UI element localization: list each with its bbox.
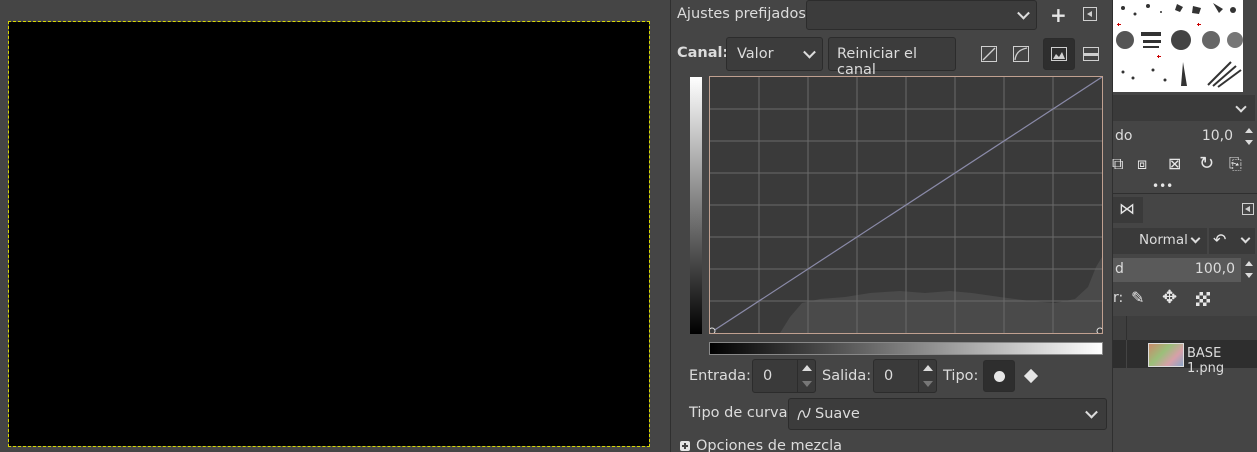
opacity-spin-arrows[interactable] bbox=[1243, 258, 1255, 282]
layer-mode-combo[interactable]: Normal bbox=[1113, 228, 1207, 254]
spin-arrows[interactable] bbox=[797, 360, 815, 392]
presets-label: Ajustes prefijados: bbox=[677, 6, 811, 22]
input-gradient-bar bbox=[709, 342, 1103, 355]
chevron-down-icon bbox=[1240, 233, 1251, 244]
open-as-image-icon[interactable]: ⎘ bbox=[1229, 156, 1242, 172]
input-spinbutton[interactable]: 0 bbox=[752, 359, 816, 393]
channel-combo[interactable]: Valor bbox=[726, 37, 823, 71]
curve-point-end[interactable] bbox=[1096, 327, 1102, 333]
smooth-curve-icon bbox=[797, 407, 811, 421]
lock-alpha-icon[interactable] bbox=[1196, 292, 1210, 306]
linear-histogram-icon[interactable] bbox=[981, 46, 997, 62]
log-histogram-icon[interactable] bbox=[1013, 46, 1029, 62]
output-label: Salida: bbox=[822, 368, 872, 384]
paths-tab[interactable]: ⋈ bbox=[1113, 197, 1143, 223]
chevron-down-icon bbox=[803, 45, 816, 59]
copy-brush-icon[interactable]: ⧈ bbox=[1137, 156, 1147, 172]
size-spin-arrows[interactable] bbox=[1243, 125, 1255, 149]
chevron-down-icon bbox=[1085, 405, 1098, 419]
delete-brush-icon[interactable]: ⊠ bbox=[1168, 156, 1181, 172]
lock-pixels-icon[interactable]: ✎ bbox=[1131, 290, 1144, 306]
expand-icon[interactable] bbox=[680, 441, 690, 451]
layer-name[interactable]: BASE 1.png bbox=[1187, 346, 1257, 376]
preview-icon[interactable] bbox=[1083, 47, 1099, 61]
layer-composite-combo[interactable]: ↶ bbox=[1209, 228, 1255, 254]
menu-icon[interactable] bbox=[1242, 203, 1254, 215]
duplicate-brush-icon[interactable]: ⧉ bbox=[1112, 156, 1123, 172]
brushes-grid[interactable] bbox=[1113, 0, 1243, 92]
spin-arrows[interactable] bbox=[918, 360, 936, 392]
reset-channel-button[interactable]: Reiniciar el canal bbox=[828, 37, 956, 78]
image-canvas-area[interactable] bbox=[0, 0, 670, 452]
chevron-down-icon bbox=[1235, 101, 1247, 113]
paths-icon: ⋈ bbox=[1119, 199, 1135, 218]
refresh-icon[interactable]: ↻ bbox=[1199, 155, 1214, 173]
presets-combo[interactable] bbox=[806, 0, 1037, 30]
blend-options-label[interactable]: Opciones de mezcla bbox=[696, 438, 842, 452]
type-label: Tipo: bbox=[943, 368, 979, 384]
composite-mode-icon: ↶ bbox=[1213, 230, 1227, 249]
curve-svg bbox=[710, 77, 1102, 333]
histogram-icon bbox=[1051, 47, 1067, 61]
lock-label: r: bbox=[1113, 290, 1124, 306]
output-spinbutton[interactable]: 0 bbox=[873, 359, 937, 393]
curve-type-combo[interactable]: Suave bbox=[788, 398, 1107, 430]
output-gradient-bar bbox=[690, 77, 702, 334]
gimp-window: Ajustes prefijados: + Canal: Valor Reini… bbox=[0, 0, 1257, 452]
layer-thumbnail bbox=[1148, 343, 1184, 367]
menu-icon[interactable] bbox=[1083, 7, 1097, 21]
brush-selector-combo[interactable] bbox=[1113, 95, 1255, 121]
lock-position-icon[interactable]: ✥ bbox=[1162, 289, 1177, 307]
chevron-down-icon bbox=[1190, 233, 1201, 244]
layers-list-header bbox=[1113, 316, 1257, 340]
point-smooth-button[interactable] bbox=[983, 360, 1015, 392]
point-smooth-icon bbox=[994, 371, 1005, 382]
brush-size-field[interactable]: do 10,0 bbox=[1113, 125, 1241, 149]
curve-type-label: Tipo de curva: bbox=[689, 405, 793, 421]
curve-point-start[interactable] bbox=[710, 327, 716, 333]
dock-separator bbox=[1113, 193, 1257, 194]
plus-icon[interactable]: + bbox=[1050, 5, 1067, 25]
input-label: Entrada: bbox=[689, 368, 751, 384]
dots-handle-icon[interactable]: ••• bbox=[1152, 180, 1173, 192]
histogram-toggle-button[interactable] bbox=[1043, 38, 1075, 70]
opacity-field[interactable]: d 100,0 bbox=[1113, 258, 1241, 282]
curve-graph[interactable] bbox=[709, 76, 1103, 334]
channel-label: Canal: bbox=[677, 45, 729, 61]
image-canvas[interactable] bbox=[8, 21, 650, 447]
brush-previews bbox=[1116, 3, 1243, 88]
chevron-down-icon bbox=[1017, 6, 1030, 20]
